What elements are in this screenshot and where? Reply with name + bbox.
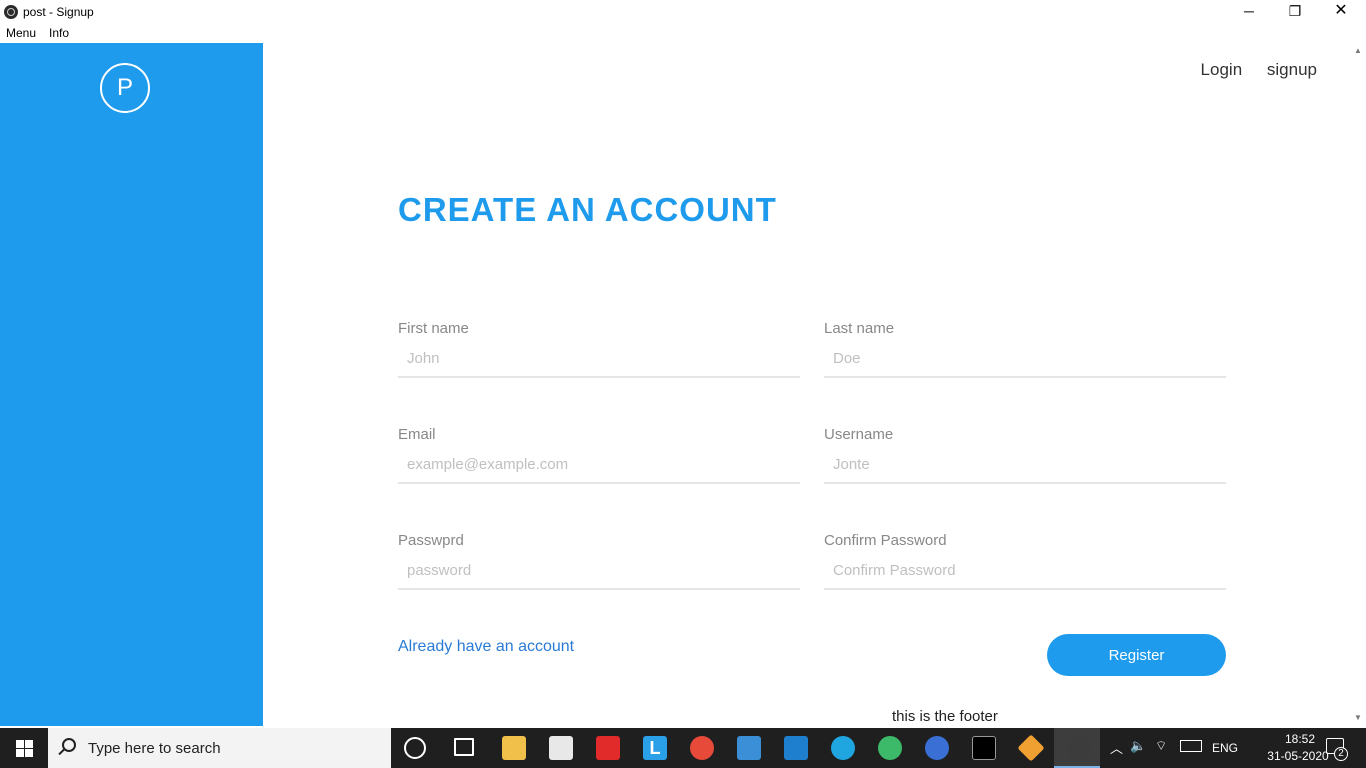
start-pane bbox=[16, 749, 24, 757]
language-indicator[interactable]: ENG bbox=[1212, 741, 1238, 755]
windows-start-icon[interactable] bbox=[0, 728, 48, 768]
already-have-account-link[interactable]: Already have an account bbox=[398, 638, 574, 656]
electron-icon[interactable] bbox=[1066, 736, 1090, 760]
last-name-group: Last name bbox=[824, 320, 1226, 378]
search-icon bbox=[62, 738, 76, 752]
notification-count-badge: 2 bbox=[1334, 747, 1348, 761]
first-name-input[interactable] bbox=[398, 346, 800, 378]
username-input[interactable] bbox=[824, 452, 1226, 484]
avatar[interactable]: P bbox=[100, 63, 150, 113]
first-name-group: First name bbox=[398, 320, 800, 378]
password-label: Passwprd bbox=[398, 532, 464, 549]
page-title: CREATE AN ACCOUNT bbox=[398, 191, 777, 228]
electron-app-icon bbox=[4, 5, 18, 19]
mail-icon[interactable] bbox=[737, 736, 761, 760]
nav-signup-link[interactable]: signup bbox=[1267, 60, 1317, 79]
scrollbar[interactable]: ▲ ▼ bbox=[1350, 43, 1366, 726]
terminal-icon[interactable] bbox=[972, 736, 996, 760]
show-hidden-icons-icon[interactable]: ︿ bbox=[1110, 738, 1123, 757]
nav-login-link[interactable]: Login bbox=[1201, 60, 1243, 79]
menu-bar: Menu Info bbox=[0, 24, 1366, 43]
footer-text: this is the footer bbox=[892, 708, 998, 725]
microsoft-store-icon[interactable] bbox=[549, 736, 573, 760]
password-group: Passwprd bbox=[398, 532, 800, 590]
chrome-icon[interactable] bbox=[690, 736, 714, 760]
window-title: post - Signup bbox=[23, 5, 94, 19]
android-studio-icon[interactable] bbox=[878, 736, 902, 760]
first-name-label: First name bbox=[398, 320, 469, 337]
scroll-down-icon[interactable]: ▼ bbox=[1354, 713, 1362, 722]
last-name-input[interactable] bbox=[824, 346, 1226, 378]
minimize-button[interactable]: ─ bbox=[1226, 0, 1272, 24]
password-input[interactable] bbox=[398, 558, 800, 590]
start-pane bbox=[25, 740, 33, 748]
taskbar: Type here to search L ︿ 🔈 ⌔ ENG 18:52 31… bbox=[0, 728, 1366, 768]
taskbar-search-box[interactable]: Type here to search bbox=[48, 728, 391, 768]
taskbar-search-placeholder: Type here to search bbox=[88, 740, 221, 757]
username-group: Username bbox=[824, 426, 1226, 484]
email-label: Email bbox=[398, 426, 436, 443]
register-button[interactable]: Register bbox=[1047, 634, 1226, 676]
email-group: Email bbox=[398, 426, 800, 484]
vscode-icon[interactable] bbox=[784, 736, 808, 760]
clock-time[interactable]: 18:52 bbox=[1265, 732, 1335, 746]
username-label: Username bbox=[824, 426, 894, 443]
cortana-icon[interactable] bbox=[404, 737, 426, 759]
sidebar: P bbox=[0, 43, 263, 726]
last-name-label: Last name bbox=[824, 320, 895, 337]
git-icon[interactable] bbox=[1017, 734, 1045, 762]
email-input[interactable] bbox=[398, 452, 800, 484]
maximize-button[interactable]: ❐ bbox=[1272, 0, 1318, 24]
l-app-icon[interactable]: L bbox=[643, 736, 667, 760]
menu-item-menu[interactable]: Menu bbox=[6, 26, 36, 40]
start-pane bbox=[16, 740, 24, 748]
top-nav: Login signup bbox=[1181, 60, 1317, 80]
close-button[interactable]: ✕ bbox=[1318, 0, 1364, 24]
start-pane bbox=[25, 749, 33, 757]
red-app-icon[interactable] bbox=[596, 736, 620, 760]
scroll-up-icon[interactable]: ▲ bbox=[1354, 46, 1362, 55]
main-content: Login signup CREATE AN ACCOUNT First nam… bbox=[263, 43, 1350, 726]
confirm-password-label: Confirm Password bbox=[824, 532, 947, 549]
confirm-password-input[interactable] bbox=[824, 558, 1226, 590]
volume-icon[interactable]: 🔈 bbox=[1130, 738, 1146, 754]
wifi-icon[interactable]: ⌔ bbox=[1155, 738, 1167, 754]
confirm-password-group: Confirm Password bbox=[824, 532, 1226, 590]
keyboard-icon[interactable] bbox=[1180, 740, 1202, 752]
chromium-icon[interactable] bbox=[925, 736, 949, 760]
skype-icon[interactable] bbox=[831, 736, 855, 760]
file-explorer-icon[interactable] bbox=[502, 736, 526, 760]
title-bar: post - Signup ─ ❐ ✕ bbox=[0, 0, 1366, 24]
menu-item-info[interactable]: Info bbox=[49, 26, 69, 40]
task-view-icon[interactable] bbox=[454, 738, 474, 756]
